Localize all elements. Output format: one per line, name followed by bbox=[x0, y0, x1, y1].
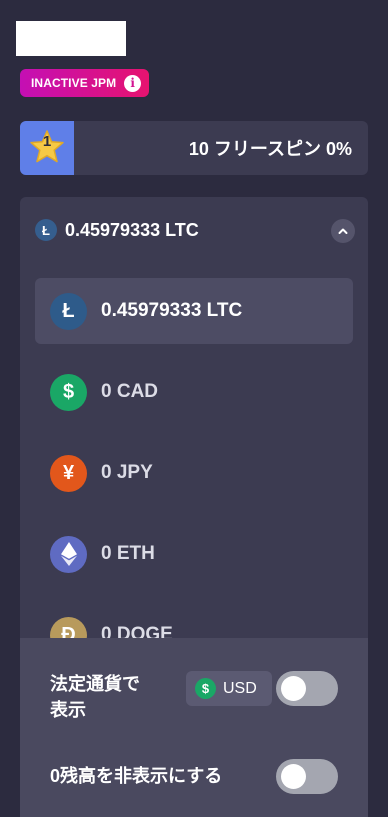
cad-coin-icon: $ bbox=[50, 373, 87, 411]
currency-item-cad[interactable]: $ 0 CAD bbox=[35, 359, 353, 425]
fiat-display-toggle[interactable] bbox=[276, 671, 338, 706]
currency-item-jpy[interactable]: ¥ 0 JPY bbox=[35, 440, 353, 506]
hide-zero-setting: 0残高を非表示にする bbox=[50, 757, 338, 795]
logo-placeholder bbox=[16, 21, 126, 56]
jpy-coin-icon: ¥ bbox=[50, 454, 87, 492]
freespin-progress-bar: 1 10 フリースピン 0% bbox=[20, 121, 368, 175]
freespin-label: 10 フリースピン 0% bbox=[188, 139, 352, 159]
fiat-display-label: 法定通貨で 表示 bbox=[50, 674, 140, 720]
wallet-header[interactable]: Ł 0.45979333 LTC bbox=[20, 197, 368, 263]
wallet-dropdown: Ł 0.45979333 LTC Ł 0.45979333 LTC $ 0 CA… bbox=[20, 197, 368, 817]
currency-label: 0 CAD bbox=[101, 381, 159, 402]
fiat-display-setting: 法定通貨で 表示 $ USD bbox=[50, 668, 338, 726]
wallet-screen: INACTIVE JPM i 1 10 フリースピン 0% Ł 0.459793… bbox=[0, 0, 388, 817]
usd-coin-icon: $ bbox=[195, 678, 216, 699]
fiat-currency-label: USD bbox=[223, 679, 257, 697]
hide-zero-toggle[interactable] bbox=[276, 759, 338, 794]
inactive-jpm-badge[interactable]: INACTIVE JPM i bbox=[20, 69, 150, 97]
ltc-coin-icon: Ł bbox=[50, 292, 87, 330]
selected-balance: 0.45979333 LTC bbox=[65, 219, 199, 240]
currency-label: 0 JPY bbox=[101, 462, 153, 483]
currency-item-ltc[interactable]: Ł 0.45979333 LTC bbox=[35, 278, 353, 344]
ltc-icon: Ł bbox=[35, 219, 57, 241]
star-icon: 1 bbox=[28, 129, 66, 167]
hide-zero-label: 0残高を非表示にする bbox=[50, 766, 223, 786]
currency-item-eth[interactable]: 0 ETH bbox=[35, 521, 353, 587]
eth-coin-icon bbox=[50, 535, 87, 573]
level-badge: 1 bbox=[20, 121, 74, 175]
fiat-currency-selector[interactable]: $ USD bbox=[186, 671, 272, 706]
toggle-knob bbox=[281, 764, 306, 789]
jpm-badge-label: INACTIVE JPM bbox=[31, 76, 117, 90]
level-number: 1 bbox=[42, 133, 52, 150]
currency-label: 0.45979333 LTC bbox=[101, 300, 243, 321]
display-settings: 法定通貨で 表示 $ USD 0残高を非表示にする bbox=[20, 638, 368, 817]
chevron-up-icon[interactable] bbox=[331, 219, 355, 243]
info-icon[interactable]: i bbox=[124, 74, 142, 92]
currency-label: 0 ETH bbox=[101, 543, 155, 564]
toggle-knob bbox=[281, 676, 306, 701]
